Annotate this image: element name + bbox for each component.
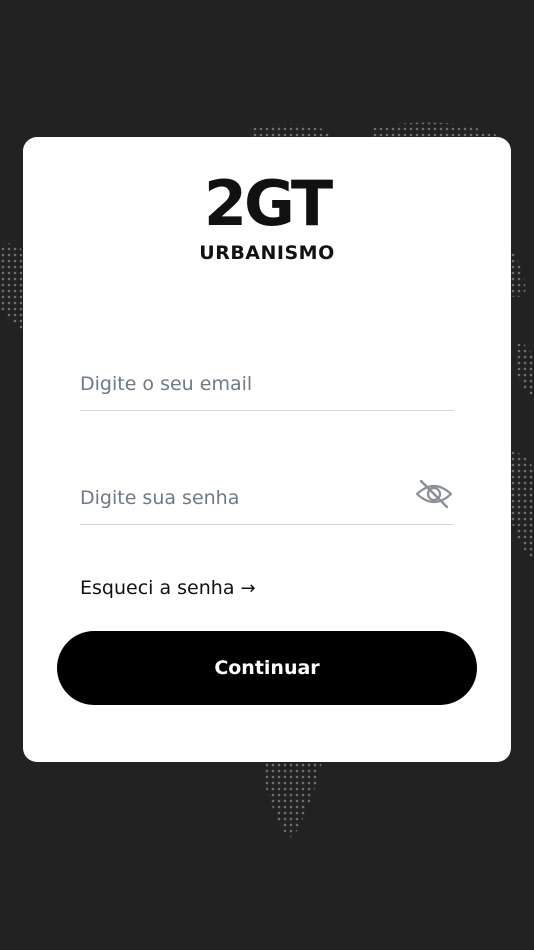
eye-slash-icon[interactable] bbox=[414, 478, 454, 510]
arrow-right-icon: → bbox=[240, 578, 256, 599]
brand-sub: URBANISMO bbox=[199, 242, 335, 264]
continue-button[interactable]: Continuar bbox=[57, 631, 477, 705]
email-input[interactable] bbox=[80, 360, 410, 408]
brand-main: 2GT bbox=[203, 167, 333, 240]
password-input[interactable] bbox=[80, 474, 410, 522]
password-field-container bbox=[80, 474, 454, 525]
forgot-password-label: Esqueci a senha bbox=[80, 577, 235, 599]
brand-logo: 2GT URBANISMO bbox=[23, 167, 511, 265]
login-card: 2GT URBANISMO Esqueci a senha→ Continuar bbox=[23, 137, 511, 762]
forgot-password-link[interactable]: Esqueci a senha → bbox=[80, 577, 256, 599]
email-field-container bbox=[80, 360, 454, 411]
